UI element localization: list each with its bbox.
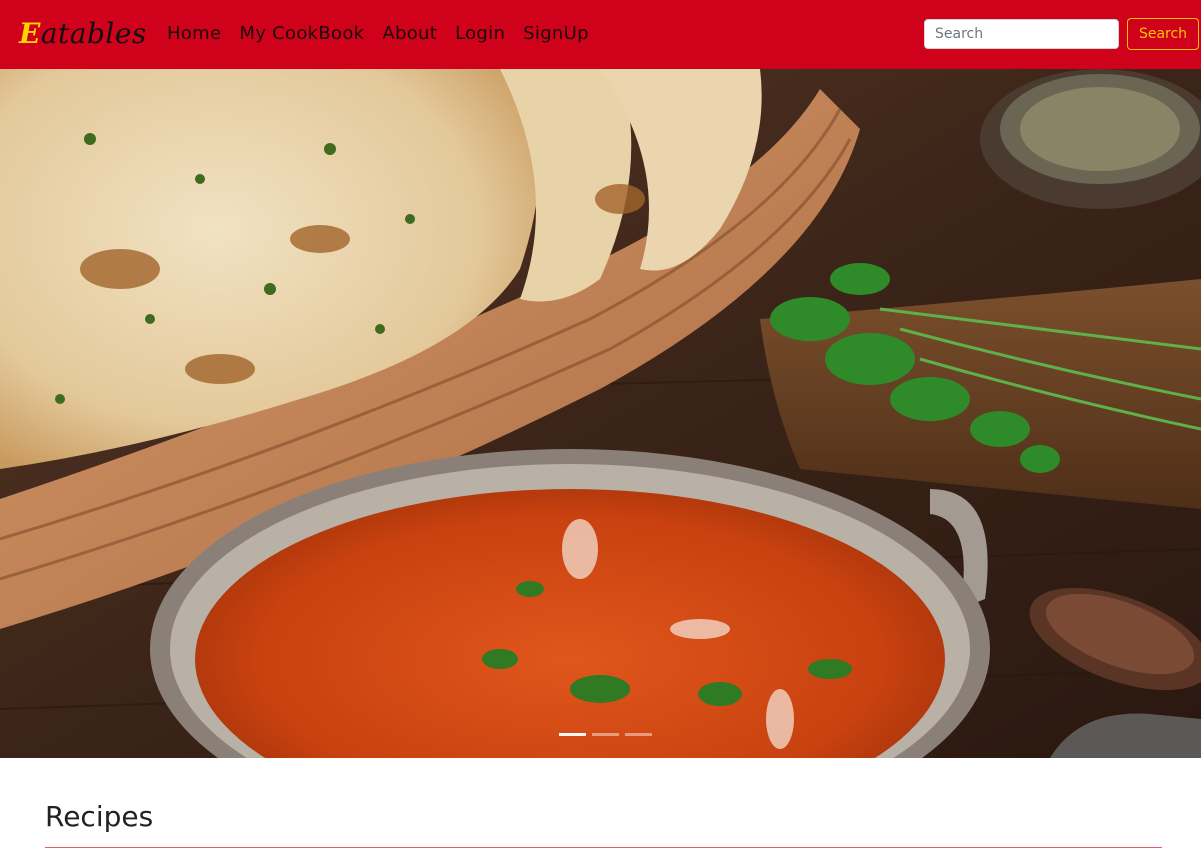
recipes-heading: Recipes (45, 800, 154, 833)
carousel-indicator-3[interactable] (625, 733, 652, 736)
carousel-indicator-1[interactable] (559, 733, 586, 736)
nav-link-login[interactable]: Login (455, 22, 505, 46)
brand-logo[interactable]: Eatables (19, 17, 147, 51)
search-input[interactable] (924, 19, 1119, 49)
brand-rest: atables (40, 17, 147, 50)
nav-link-home[interactable]: Home (167, 22, 221, 46)
brand-first-letter: E (19, 17, 41, 50)
search-button[interactable]: Search (1127, 18, 1199, 50)
nav-links: Home My CookBook About Login SignUp (167, 22, 589, 46)
section-divider (45, 847, 1162, 848)
hero-carousel[interactable] (0, 69, 1201, 758)
carousel-indicator-2[interactable] (592, 733, 619, 736)
nav-link-my-cookbook[interactable]: My CookBook (239, 22, 364, 46)
nav-link-about[interactable]: About (382, 22, 437, 46)
hero-image (0, 69, 1201, 758)
navbar: Eatables Home My CookBook About Login Si… (0, 0, 1201, 69)
nav-link-signup[interactable]: SignUp (523, 22, 589, 46)
carousel-indicators (559, 733, 652, 736)
